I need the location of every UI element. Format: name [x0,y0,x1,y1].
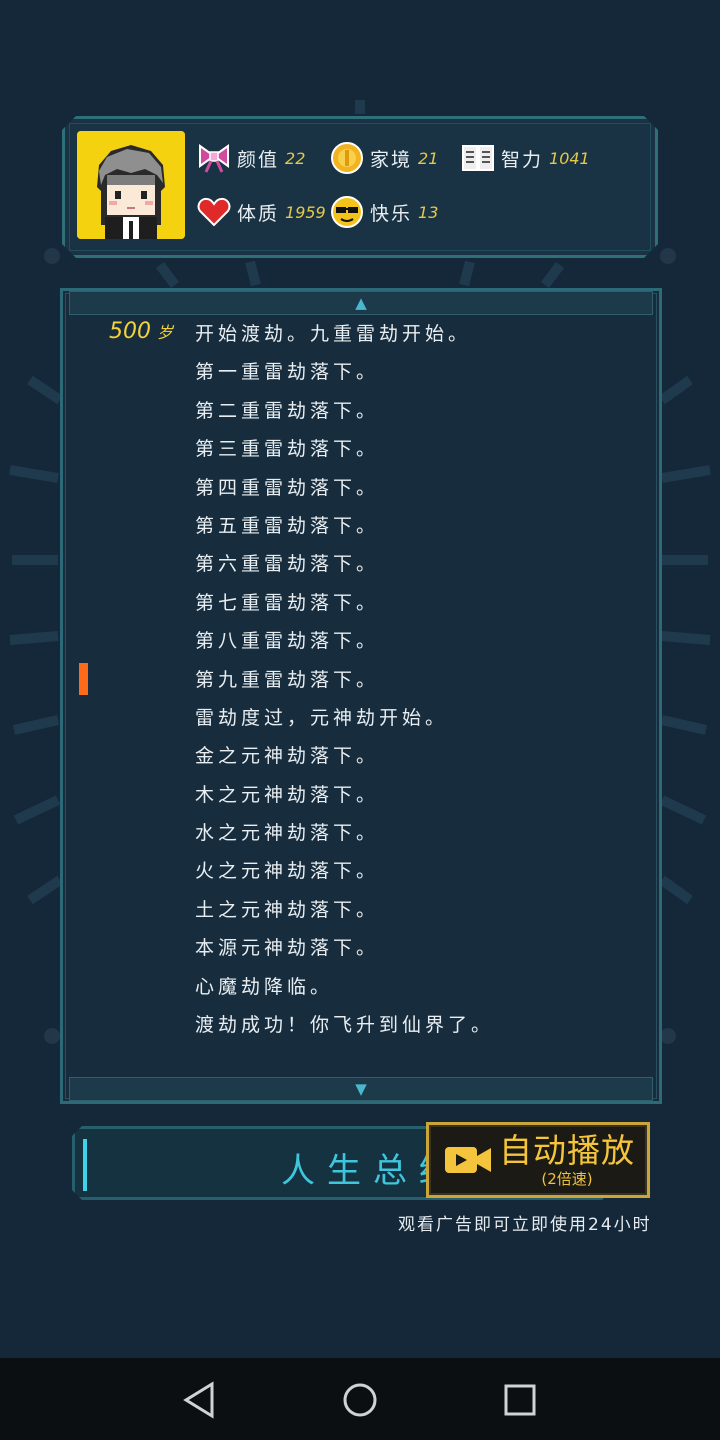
button-accent [83,1139,87,1191]
attributes-card: 颜值 22 家境 21 智力 1041 体质 1959 快乐 13 [62,116,658,258]
log-entry: 第三重雷劫落下。 [195,438,380,461]
stat-label: 快乐 [370,202,413,225]
log-entry: 第七重雷劫落下。 [195,591,380,614]
bow-icon [197,141,231,175]
book-icon [461,141,495,175]
stat-constitution: 体质 1959 [197,195,326,229]
sunglasses-emoji-icon [330,195,364,229]
log-entry: 水之元神劫落下。 [195,822,380,845]
home-icon[interactable] [338,1378,382,1422]
scroll-down-button[interactable]: ▼ [69,1077,653,1101]
age-label: 500 岁 [109,319,173,344]
stat-value: 22 [285,148,306,168]
stat-label: 颜值 [237,148,280,171]
log-entry: 第五重雷劫落下。 [195,514,380,537]
stat-intelligence: 智力 1041 [461,141,590,175]
autoplay-speed-label: (2倍速) [541,1170,593,1188]
video-camera-icon [443,1143,493,1177]
back-icon[interactable] [178,1378,222,1422]
age-value: 500 [109,319,151,344]
log-entry: 心魔劫降临。 [195,975,334,998]
log-entry: 第九重雷劫落下。 [195,668,380,691]
log-entries: 开始渡劫。九重雷劫开始。 第一重雷劫落下。 第二重雷劫落下。 第三重雷劫落下。 … [195,315,635,1044]
log-entry: 火之元神劫落下。 [195,860,380,883]
log-entry: 雷劫度过，元神劫开始。 [195,706,449,729]
stat-value: 21 [418,148,439,168]
log-entry: 土之元神劫落下。 [195,898,380,921]
log-entry: 第八重雷劫落下。 [195,630,380,653]
stat-happiness: 快乐 13 [330,195,438,229]
stat-label: 家境 [370,148,413,171]
stat-value: 13 [418,202,439,222]
current-position-marker [79,663,88,695]
stat-value: 1041 [549,148,590,168]
autoplay-button[interactable]: 自动播放 (2倍速) [426,1122,650,1198]
stat-value: 1959 [285,202,326,222]
avatar [77,131,185,239]
stat-appearance: 颜值 22 [197,141,305,175]
stat-label: 智力 [501,148,544,171]
log-entry: 本源元神劫落下。 [195,937,380,960]
recents-icon[interactable] [498,1378,542,1422]
heart-icon [197,195,231,229]
log-entry: 第一重雷劫落下。 [195,361,380,384]
scroll-up-button[interactable]: ▲ [69,291,653,315]
stat-family: 家境 21 [330,141,438,175]
log-entry: 第二重雷劫落下。 [195,399,380,422]
autoplay-label: 自动播放 [499,1131,635,1170]
log-entry: 金之元神劫落下。 [195,745,380,768]
log-entry: 开始渡劫。九重雷劫开始。 [195,323,472,345]
age-unit: 岁 [157,323,174,342]
chevron-down-icon: ▼ [355,1080,367,1098]
log-entry: 第六重雷劫落下。 [195,553,380,576]
log-entry: 渡劫成功！你飞升到仙界了。 [195,1014,495,1037]
ad-hint-text: 观看广告即可立即使用24小时 [398,1215,652,1235]
coin-icon [330,141,364,175]
log-entry: 第四重雷劫落下。 [195,476,380,499]
life-log-panel[interactable]: ▲ 500 岁 开始渡劫。九重雷劫开始。 第一重雷劫落下。 第二重雷劫落下。 第三… [60,288,662,1104]
log-entry: 木之元神劫落下。 [195,783,380,806]
stat-label: 体质 [237,202,280,225]
system-navigation-bar [0,1358,720,1440]
chevron-up-icon: ▲ [355,294,367,312]
